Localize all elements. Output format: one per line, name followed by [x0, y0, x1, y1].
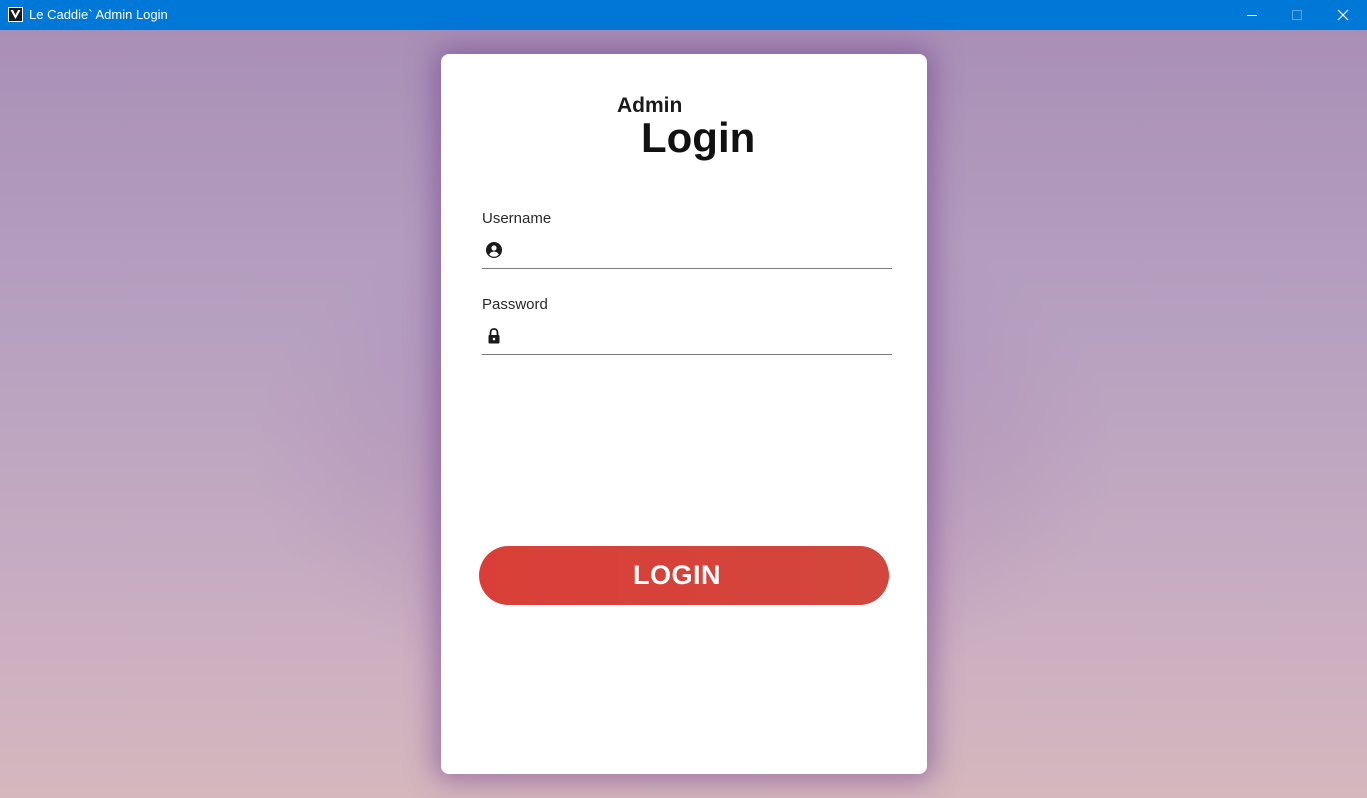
login-card: Admin Login Username Password LOGIN: [441, 54, 927, 774]
username-label: Username: [482, 210, 552, 227]
user-circle-icon: [485, 241, 503, 259]
heading-login: Login: [641, 114, 756, 161]
login-button-label: LOGIN: [633, 560, 721, 590]
close-button[interactable]: [1320, 0, 1366, 30]
minimize-button[interactable]: [1229, 0, 1275, 30]
window-title: Le Caddie` Admin Login: [29, 7, 168, 22]
username-field[interactable]: [482, 236, 892, 269]
maximize-button[interactable]: [1274, 0, 1320, 30]
password-input[interactable]: [512, 326, 888, 350]
login-button[interactable]: LOGIN: [479, 546, 889, 605]
maximize-icon: [1292, 10, 1302, 20]
close-icon: [1337, 9, 1349, 21]
minimize-icon: [1247, 15, 1257, 16]
username-input[interactable]: [512, 240, 888, 264]
title-bar[interactable]: Le Caddie` Admin Login: [0, 0, 1367, 30]
app-window: Le Caddie` Admin Login Admin Login Usern…: [0, 0, 1367, 798]
lock-icon: [485, 327, 503, 345]
password-field[interactable]: [482, 322, 892, 355]
caddie-logo-icon: [8, 7, 23, 22]
password-label: Password: [482, 296, 548, 313]
